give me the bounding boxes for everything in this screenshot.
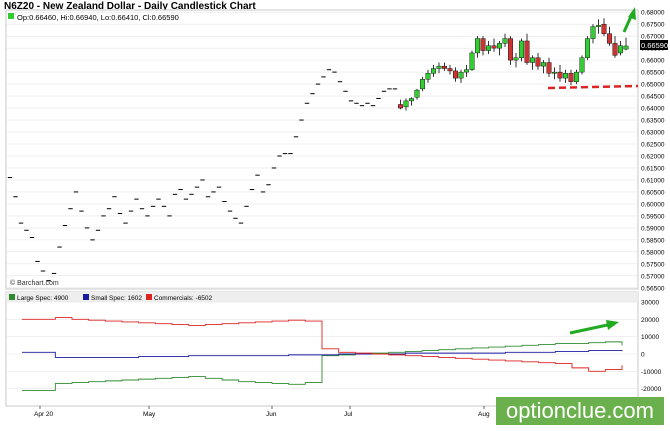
candle-body <box>590 26 596 39</box>
candle-body <box>425 73 431 80</box>
price-y-tick-label: 0.67000 <box>641 34 665 41</box>
candle-body <box>436 65 442 69</box>
candle-body <box>486 45 492 51</box>
x-axis: Apr 20 May Jun Jul Aug <box>34 406 490 418</box>
candle-body <box>453 70 459 79</box>
candle-body <box>618 45 624 54</box>
candle-body <box>475 38 481 54</box>
candle-body <box>513 57 519 61</box>
candle-body <box>409 98 415 102</box>
candle-body <box>431 68 437 74</box>
price-y-tick-label: 0.62000 <box>641 153 665 160</box>
ohlc-swatch <box>8 13 14 19</box>
candle-body <box>458 71 464 79</box>
candle-body <box>612 43 618 56</box>
cot-y-axis: 30000 20000 10000 0 -10000 -20000 <box>641 300 662 394</box>
last-price-tag: 0.66590 <box>641 41 668 50</box>
x-tick-label: Apr 20 <box>34 411 54 418</box>
candle-body <box>563 73 569 79</box>
candle-body <box>568 73 574 82</box>
candle-body <box>541 62 547 67</box>
price-y-tick-label: 0.57000 <box>641 273 665 280</box>
price-y-tick-label: 0.65500 <box>641 70 665 77</box>
cot-legend-label: Large Spec: 4900 <box>17 295 69 302</box>
watermark: optionclue.com <box>496 397 664 425</box>
price-y-tick-label: 0.67500 <box>641 22 665 29</box>
candle-body <box>601 23 607 34</box>
candle-body <box>480 38 486 51</box>
price-y-tick-label: 0.66000 <box>641 58 665 65</box>
candle-body <box>497 43 503 49</box>
price-y-tick-label: 0.61500 <box>641 165 665 172</box>
candle-body <box>398 104 404 109</box>
cot-y-tick-label: 20000 <box>641 317 659 324</box>
cot-y-tick-label: 10000 <box>641 334 659 341</box>
price-y-tick-label: 0.62500 <box>641 142 665 149</box>
candle-body <box>447 68 453 72</box>
x-tick-label: Aug <box>478 411 490 418</box>
cot-y-tick-label: -10000 <box>641 369 662 376</box>
candle-body <box>469 52 475 70</box>
price-y-tick-label: 0.61000 <box>641 177 665 184</box>
x-tick-label: Jun <box>266 411 277 418</box>
price-y-tick-label: 0.65000 <box>641 82 665 89</box>
candle-body <box>607 33 613 44</box>
price-y-tick-label: 0.64000 <box>641 106 665 113</box>
candle-body <box>524 40 530 63</box>
price-y-tick-label: 0.60500 <box>641 189 665 196</box>
price-panel <box>5 9 639 290</box>
candle-body <box>585 38 591 58</box>
cot-legend: Large Spec: 4900 Small Spec: 1602 Commerci… <box>9 294 213 302</box>
cot-legend-swatch <box>9 294 15 300</box>
price-y-tick-label: 0.64500 <box>641 94 665 101</box>
price-y-tick-label: 0.60000 <box>641 201 665 208</box>
price-y-tick-label: 0.56500 <box>641 285 665 292</box>
ohlc-label: Op:0.66460, Hi:0.66940, Lo:0.66410, Cl:0… <box>17 13 179 22</box>
candle-body <box>546 62 552 74</box>
price-y-tick-label: 0.63500 <box>641 118 665 125</box>
cot-legend-label: Commercials: -6502 <box>154 295 213 302</box>
price-y-tick-label: 0.59000 <box>641 225 665 232</box>
price-y-axis: 0.680000.675000.670000.665000.660000.655… <box>641 10 665 293</box>
candle-body <box>535 57 541 67</box>
cot-legend-label: Small Spec: 1602 <box>91 295 142 302</box>
cot-y-tick-label: -20000 <box>641 386 662 393</box>
chart-page: N6Z20 - New Zealand Dollar - Daily Candl… <box>0 0 670 431</box>
x-tick-label: Jul <box>344 411 353 418</box>
candle-body <box>557 71 563 79</box>
candle-body <box>420 79 426 90</box>
candle-body <box>574 71 580 82</box>
price-y-tick-label: 0.63000 <box>641 130 665 137</box>
candle-body <box>508 38 514 61</box>
price-y-tick-label: 0.57500 <box>641 261 665 268</box>
chart-canvas: 0.680000.675000.670000.665000.660000.655… <box>5 7 668 418</box>
candle-body <box>403 100 409 108</box>
candle-body <box>464 69 470 73</box>
x-tick-label: May <box>143 411 156 418</box>
cot-y-tick-label: 0 <box>641 352 645 359</box>
price-y-tick-label: 0.58000 <box>641 249 665 256</box>
candle-body <box>530 57 536 63</box>
candle-body <box>519 40 525 58</box>
candle-body <box>442 65 448 69</box>
cot-y-tick-label: 30000 <box>641 300 659 307</box>
price-y-tick-label: 0.59500 <box>641 213 665 220</box>
candle-body <box>552 71 558 74</box>
candle-body <box>596 25 602 27</box>
cot-legend-swatch <box>146 294 152 300</box>
candle-body <box>579 57 585 73</box>
price-y-tick-label: 0.58500 <box>641 237 665 244</box>
price-y-tick-label: 0.68000 <box>641 10 665 17</box>
cot-legend-swatch <box>83 294 89 300</box>
candle-body <box>623 45 629 50</box>
candle-body <box>502 38 508 44</box>
candle-body <box>491 45 497 49</box>
source-label: © Barchart.com <box>10 279 59 287</box>
candle-body <box>414 89 420 98</box>
